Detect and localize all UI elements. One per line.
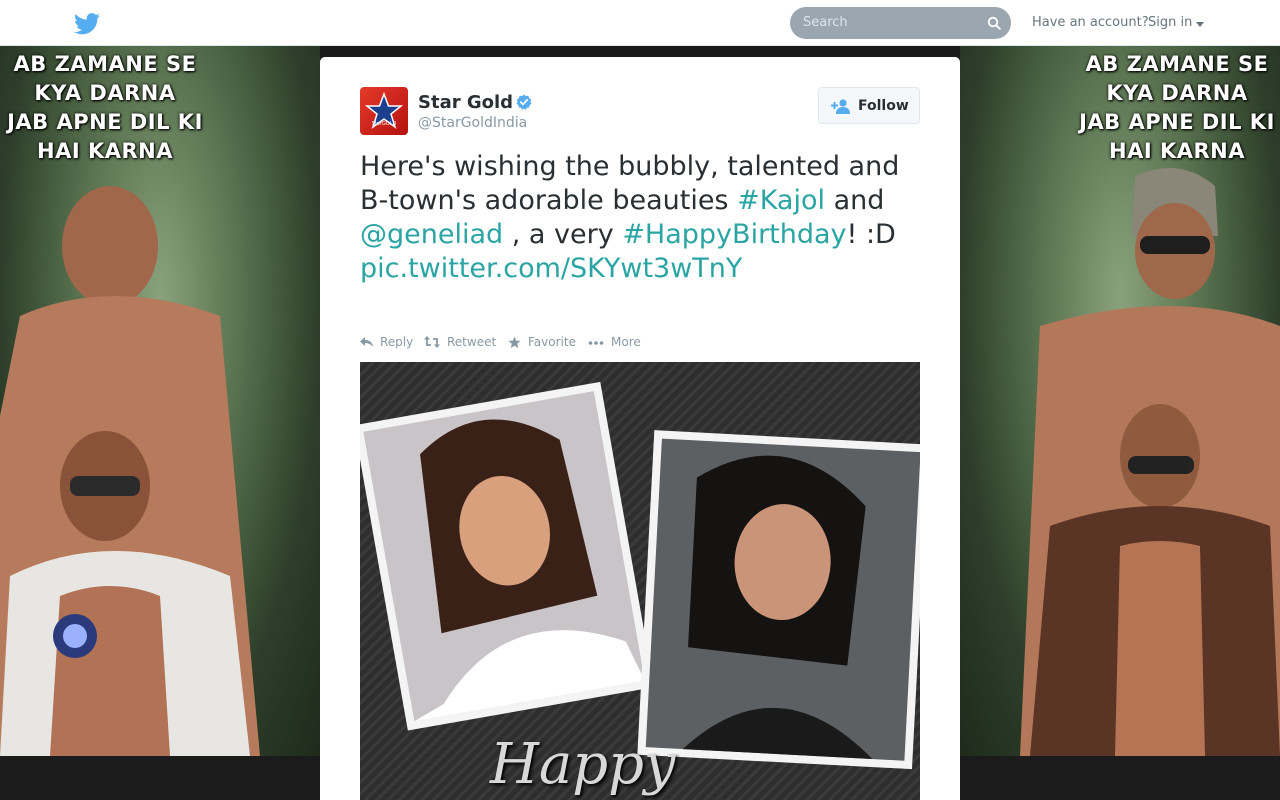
pic-twitter-link[interactable]: pic.twitter.com/SKYwt3wTnY <box>360 253 742 284</box>
actor-figures-image-right <box>1020 168 1280 756</box>
promo-slogan-left: AB ZAMANE SE KYA DARNA JAB APNE DIL KI H… <box>7 52 203 163</box>
hashtag-kajol-link[interactable]: #Kajol <box>737 185 825 216</box>
author-handle[interactable]: @StarGoldIndia <box>418 115 527 131</box>
avatar-caption: StarGOLD <box>371 121 397 127</box>
actor-figures-image-left <box>0 186 260 756</box>
reply-button[interactable]: Reply <box>360 335 420 351</box>
favorite-button[interactable]: Favorite <box>508 335 580 351</box>
retweet-button[interactable]: Retweet <box>424 335 498 351</box>
top-navigation-bar: Search Have an account? Sign in <box>0 0 1280 46</box>
chevron-down-icon[interactable] <box>1196 22 1204 27</box>
verified-badge-icon <box>516 94 532 110</box>
more-dots-icon <box>588 341 604 345</box>
twitter-bird-icon[interactable] <box>74 13 100 35</box>
mention-geneliad-link[interactable]: @geneliad <box>360 219 503 250</box>
photo-caption: Happy <box>490 732 676 797</box>
background-banner-left: AB ZAMANE SE KYA DARNA JAB APNE DIL KI H… <box>0 46 320 756</box>
tweet-card: StarGOLD Star Gold @StarGoldIndia Follow… <box>320 57 960 800</box>
follow-label: Follow <box>858 98 909 114</box>
tweet-text: Here's wishing the bubbly, talented and … <box>360 151 900 284</box>
follow-button[interactable]: Follow <box>818 87 920 124</box>
search-input[interactable]: Search <box>790 7 1011 39</box>
author-name[interactable]: Star Gold <box>418 92 513 113</box>
avatar[interactable]: StarGOLD <box>360 87 408 135</box>
have-account-text: Have an account? <box>1032 15 1149 30</box>
sign-in-link[interactable]: Sign in <box>1148 15 1192 30</box>
promo-slogan-right: AB ZAMANE SE KYA DARNA JAB APNE DIL KI H… <box>1079 52 1275 163</box>
background-banner-right: AB ZAMANE SE KYA DARNA JAB APNE DIL KI H… <box>960 46 1280 756</box>
hashtag-happybirthday-link[interactable]: #HappyBirthday <box>622 219 846 250</box>
star-logo-icon <box>364 91 404 129</box>
search-placeholder: Search <box>803 15 848 30</box>
reply-icon <box>360 337 373 347</box>
search-icon[interactable] <box>987 16 1001 30</box>
tweet-photo[interactable]: Happy <box>360 362 920 800</box>
more-button[interactable]: More <box>588 335 648 351</box>
add-user-icon <box>831 99 850 114</box>
retweet-icon <box>424 336 440 348</box>
star-icon <box>508 336 521 348</box>
